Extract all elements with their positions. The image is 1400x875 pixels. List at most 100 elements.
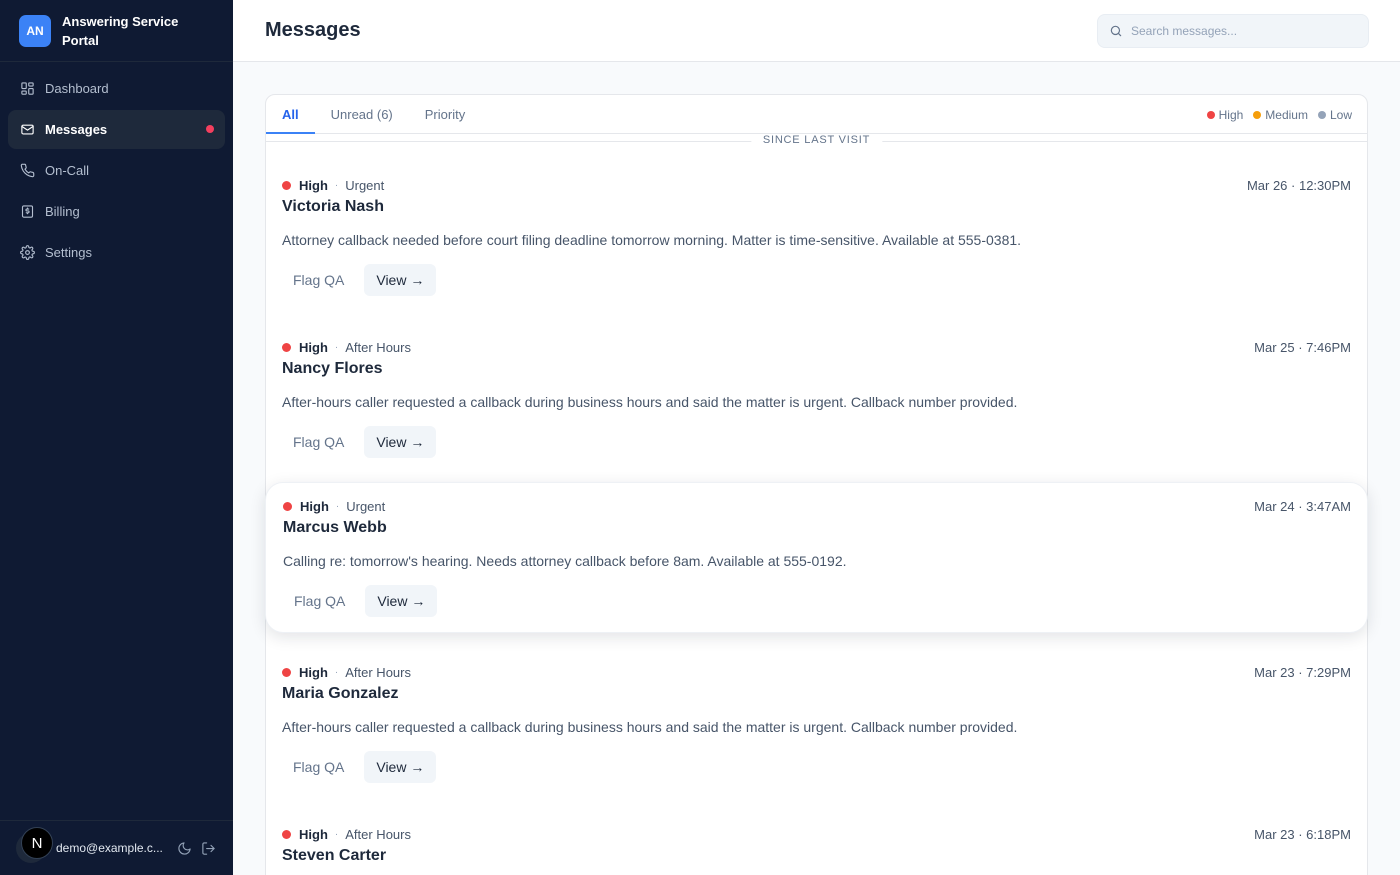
gear-icon [19,245,35,261]
legend-label: High [1218,107,1244,122]
message-timestamp: Mar 23 · 7:29PM [1254,664,1351,680]
message-actions: Flag QA View → [283,585,1350,617]
sidebar-item-label: On-Call [45,163,90,178]
priority-dot [282,667,291,677]
view-button[interactable]: View → [364,751,437,783]
unread-dot [206,125,214,133]
view-button[interactable]: View → [364,426,437,458]
moon-icon[interactable] [176,840,192,856]
message-item[interactable]: High · Urgent Mar 26 · 12:30PM Victoria … [266,176,1367,296]
brand-title-line1: Answering Service [62,13,179,29]
priority-label: High [299,664,328,680]
since-last-visit-divider: SINCE LAST VISIT [266,134,1367,150]
phone-icon [19,163,35,179]
message-item[interactable]: High · After Hours Mar 23 · 6:18PM Steve… [266,825,1367,869]
message-actions: Flag QA View → [282,426,1351,458]
sidebar-item-label: Billing [45,204,80,219]
tab-unread[interactable]: Unread (6) [315,95,409,134]
meta-separator: · [334,828,339,840]
flag-qa-button[interactable]: Flag QA [283,585,356,617]
message-meta: High · After Hours Mar 25 · 7:46PM [282,338,1351,356]
divider-label: SINCE LAST VISIT [750,134,883,146]
meta-separator: · [334,341,339,353]
priority-dot [283,501,292,511]
meta-separator: · [335,500,340,512]
legend-dot [1206,110,1215,119]
sidebar-item-dashboard[interactable]: Dashboard [8,69,225,108]
brand-title: Answering Service Portal [62,12,178,50]
message-timestamp: Mar 26 · 12:30PM [1246,177,1351,193]
user-bar: N demo@example.c... [0,820,233,875]
tab-all[interactable]: All [266,95,315,134]
messages-card: All Unread (6) Priority High Medium Low … [265,94,1368,875]
sidebar-item-billing[interactable]: Billing [8,192,225,231]
flag-qa-button[interactable]: Flag QA [282,751,355,783]
message-item-highlighted[interactable]: High · Urgent Mar 24 · 3:47AM Marcus Web… [265,482,1368,633]
avatar[interactable]: N [16,827,53,863]
legend-label: Medium [1265,107,1308,122]
sidebar-item-label: Dashboard [45,81,109,96]
priority-legend: High Medium Low [1197,95,1352,134]
message-body: After-hours caller requested a callback … [282,394,1018,410]
message-body: Attorney callback needed before court fi… [282,232,1022,248]
sidebar: AN Answering Service Portal Dashboard Me… [0,0,233,875]
message-actions: Flag QA View → [282,751,1351,783]
meta-separator: · [334,666,339,678]
priority-label: High [299,826,328,842]
priority-dot [282,180,291,190]
message-item[interactable]: High · After Hours Mar 25 · 7:46PM Nancy… [266,338,1367,458]
category-label: After Hours [345,339,411,355]
search-input[interactable] [1131,24,1351,38]
brand[interactable]: AN Answering Service Portal [0,0,233,62]
legend-dot [1317,110,1326,119]
view-button[interactable]: View → [364,264,437,296]
n-badge[interactable]: N [21,827,53,859]
sidebar-item-label: Settings [45,245,92,260]
page-title: Messages [265,19,361,41]
caller-name: Maria Gonzalez [282,685,399,702]
message-item[interactable]: High · After Hours Mar 23 · 7:29PM Maria… [266,663,1367,783]
brand-avatar: AN [19,14,51,47]
topbar: Messages [233,0,1400,62]
user-email: demo@example.c... [56,841,163,855]
caller-name: Victoria Nash [282,198,384,215]
sidebar-item-label: Messages [45,122,108,137]
priority-label: High [299,339,328,355]
sidebar-item-settings[interactable]: Settings [8,233,225,272]
message-timestamp: Mar 23 · 6:18PM [1254,826,1351,842]
message-meta: High · Urgent Mar 24 · 3:47AM [283,497,1351,515]
dashboard-icon [19,81,35,97]
sidebar-nav: Dashboard Messages On-Call Billing Setti… [0,62,233,281]
caller-name: Marcus Webb [283,519,387,536]
mail-icon [19,122,35,138]
legend-label: Low [1329,107,1352,122]
logout-icon[interactable] [200,840,216,856]
brand-title-line2: Portal [62,32,99,48]
view-button[interactable]: View → [365,585,438,617]
priority-label: High [299,177,328,193]
meta-separator: · [334,179,339,191]
sidebar-item-messages[interactable]: Messages [8,110,225,149]
caller-name: Steven Carter [282,847,387,864]
message-body: Calling re: tomorrow's hearing. Needs at… [283,553,847,569]
priority-dot [282,342,291,352]
legend-medium: Medium [1253,108,1308,122]
flag-qa-button[interactable]: Flag QA [282,264,355,296]
legend-low: Low [1317,107,1352,122]
flag-qa-button[interactable]: Flag QA [282,426,355,458]
sidebar-item-on-call[interactable]: On-Call [8,151,225,190]
legend-dot [1253,110,1262,119]
category-label: After Hours [345,826,411,842]
message-actions: Flag QA View → [282,264,1351,296]
message-timestamp: Mar 24 · 3:47AM [1254,498,1351,514]
tab-priority[interactable]: Priority [409,95,481,134]
search-box[interactable] [1097,14,1369,48]
receipt-icon [19,204,35,220]
message-body: After-hours caller requested a callback … [282,719,1018,735]
priority-dot [282,829,291,839]
caller-name: Nancy Flores [282,360,383,377]
category-label: Urgent [345,177,385,193]
legend-high: High [1206,107,1244,122]
message-meta: High · After Hours Mar 23 · 7:29PM [282,663,1351,681]
message-meta: High · After Hours Mar 23 · 6:18PM [282,825,1351,843]
